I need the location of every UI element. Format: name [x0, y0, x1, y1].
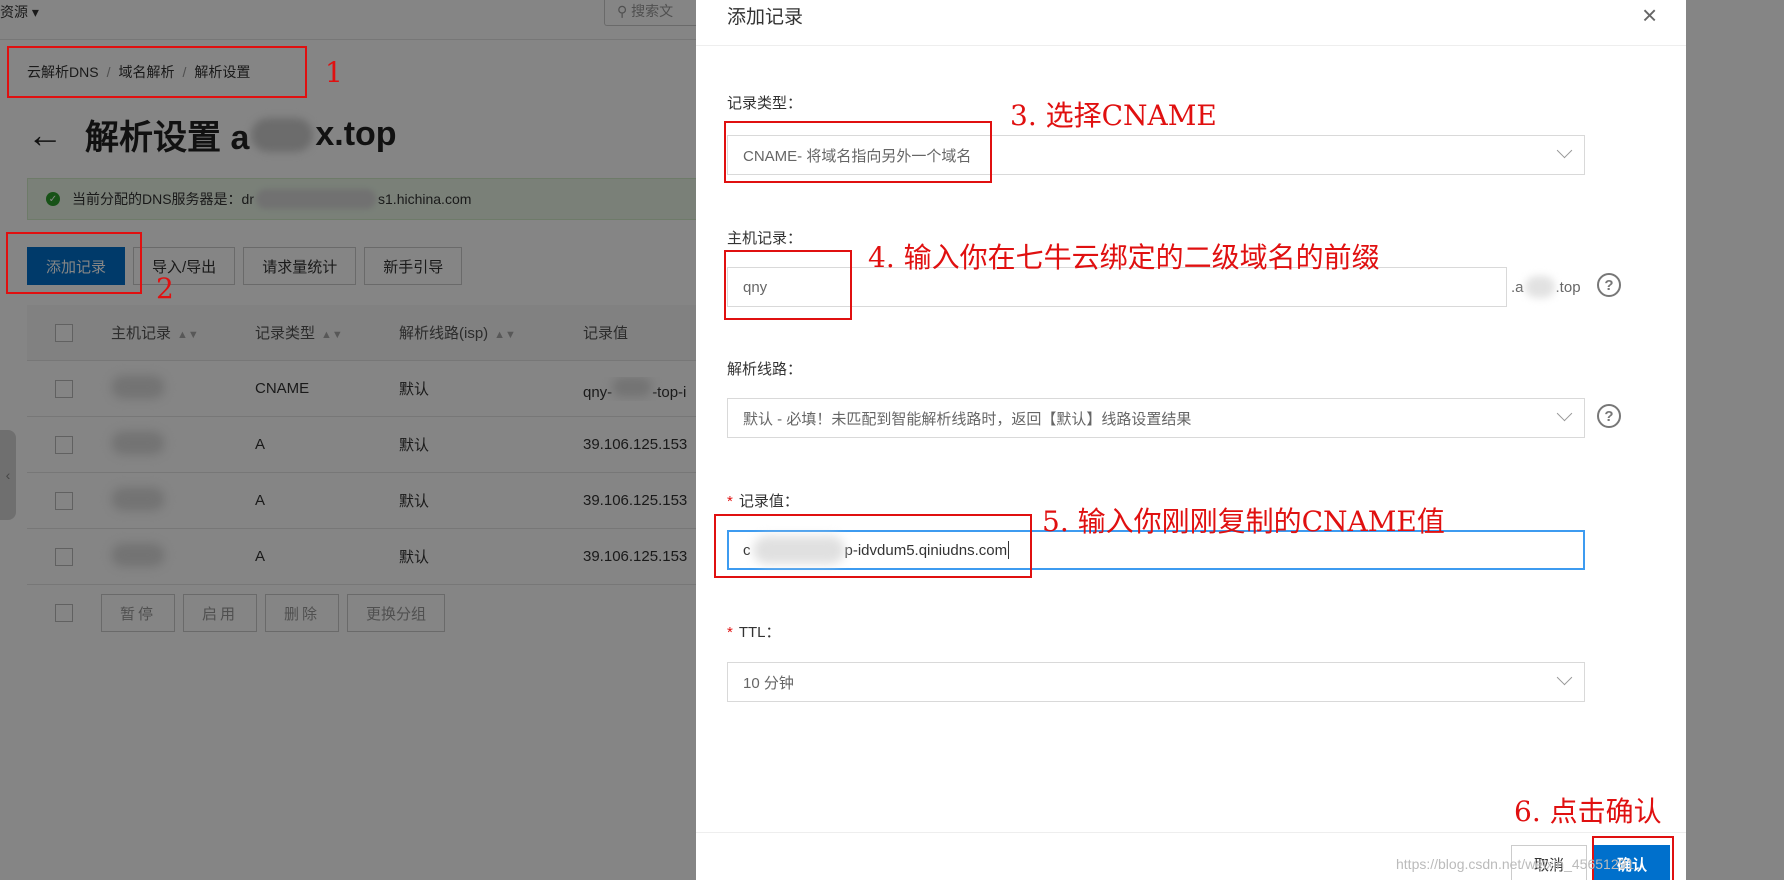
annotation-box-5 — [714, 514, 1032, 578]
drawer-title: 添加记录 — [727, 7, 804, 28]
annotation-3: 3. 选择CNAME — [1010, 99, 1217, 132]
host-domain-suffix: .a .top — [1511, 276, 1581, 298]
chevron-down-icon — [1556, 669, 1573, 686]
annotation-box-3 — [724, 121, 992, 183]
line-label: 解析线路： — [727, 361, 803, 378]
annotation-1: 1 — [325, 56, 343, 89]
record-type-label: 记录类型： — [727, 95, 803, 112]
chevron-down-icon — [1556, 142, 1573, 159]
value-label: * 记录值： — [727, 493, 799, 510]
help-icon[interactable]: ? — [1597, 273, 1621, 297]
host-label: 主机记录： — [727, 230, 803, 247]
annotation-4: 4. 输入你在七牛云绑定的二级域名的前缀 — [868, 241, 1380, 274]
annotation-6: 6. 点击确认 — [1514, 795, 1662, 828]
close-icon[interactable]: × — [1642, 2, 1657, 28]
help-icon[interactable]: ? — [1597, 404, 1621, 428]
ttl-select[interactable]: 10 分钟 — [727, 662, 1585, 702]
annotation-2: 2 — [156, 272, 174, 305]
annotation-box-1 — [7, 46, 307, 98]
ttl-label: * TTL： — [727, 624, 781, 641]
annotation-box-2 — [6, 232, 142, 294]
drawer-header: 添加记录 × — [696, 0, 1686, 46]
chevron-down-icon — [1556, 405, 1573, 422]
watermark: https://blog.csdn.net/weixin_45651291 — [1396, 856, 1635, 872]
line-select[interactable]: 默认 - 必填！未匹配到智能解析线路时，返回【默认】线路设置结果 — [727, 398, 1585, 438]
annotation-5: 5. 输入你刚刚复制的CNAME值 — [1042, 505, 1445, 538]
annotation-box-4 — [724, 250, 852, 320]
